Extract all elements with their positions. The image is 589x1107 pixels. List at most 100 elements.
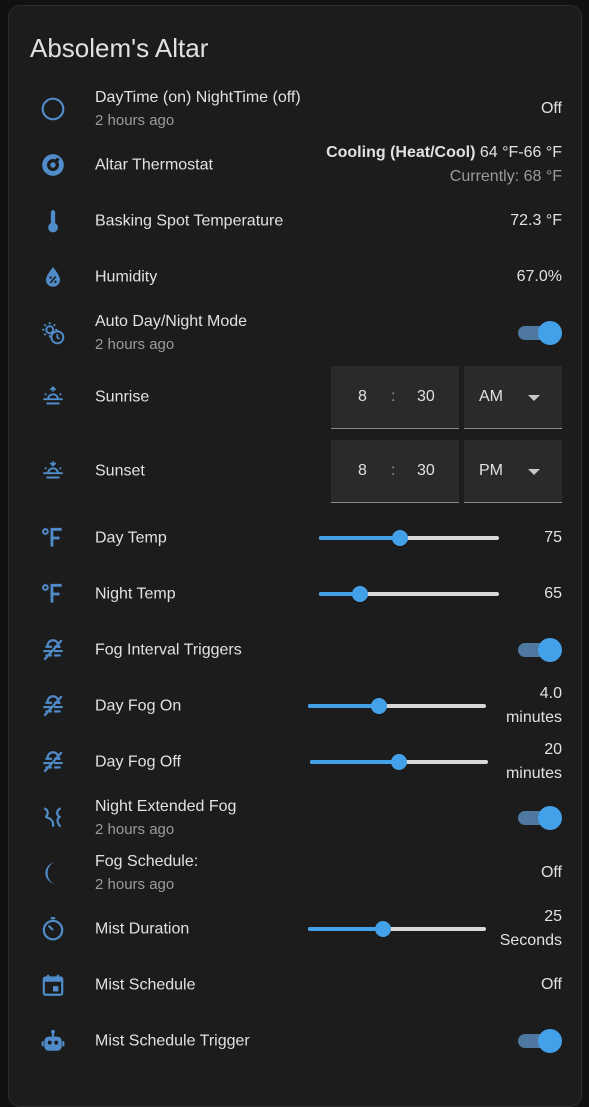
calendar-icon [40,972,66,998]
last-changed: 2 hours ago [95,112,175,129]
last-changed: 2 hours ago [95,821,175,838]
card-title: Absolem's Altar [30,33,209,63]
minute-input[interactable]: 30 [417,462,435,480]
entity-name: DayTime (on) NightTime (off) [95,89,301,106]
mist-duration-slider[interactable] [308,921,486,937]
auto-mode-toggle[interactable] [518,321,562,345]
slider-thumb[interactable] [352,586,369,602]
sunrise-time-field[interactable]: 8 : 30 [331,366,459,429]
entity-name: Day Temp [95,529,167,547]
night-fog-row: Night Extended Fog 2 hours ago [9,790,581,846]
slider-fill [319,536,400,540]
mist-trigger-row: Mist Schedule Trigger [9,1013,581,1069]
fog-triggers-toggle[interactable] [518,638,562,662]
entity-name: Sunrise [95,388,150,406]
entity-name: Humidity [95,268,158,286]
entity-state: Off [540,100,562,117]
timer-icon [40,916,66,942]
minute-input[interactable]: 30 [417,388,435,406]
day-temp-row: Day Temp 75 [9,510,581,566]
slider-thumb[interactable] [391,754,407,770]
sunset-icon [40,458,66,484]
sunrise-row: Sunrise 8 : 30 AM [9,366,581,429]
entity-name: Auto Day/Night Mode [95,313,248,330]
toggle-knob [538,806,562,830]
day-fog-off-row: Day Fog Off 20 minutes [9,734,581,790]
day-fog-off-slider[interactable] [310,754,488,770]
slider-fill [310,760,399,764]
entity-name: Mist Schedule Trigger [95,1032,250,1050]
entity-state: 67.0% [516,268,562,285]
entity-name: Mist Duration [95,920,190,938]
hvac-mode: Cooling (Heat/Cool) [326,144,476,161]
toggle-knob [538,1029,562,1053]
robot-icon [40,1028,66,1054]
fog-schedule-row[interactable]: Fog Schedule: 2 hours ago Off [9,845,581,901]
mist-duration-row: Mist Duration 25 Seconds [9,901,581,957]
day-fog-on-slider[interactable] [308,698,486,714]
slider-thumb[interactable] [371,698,388,714]
moon-icon [40,860,66,886]
sunrise-icon [40,384,66,410]
slider-thumb[interactable] [392,530,408,546]
fog-triggers-row: Fog Interval Triggers [9,622,581,678]
hour-input[interactable]: 8 [358,462,367,480]
sunset-ampm-select[interactable]: PM [464,440,562,503]
thermometer-icon [40,208,66,234]
weather-windy-icon [40,805,66,831]
target-range: 64 °F-66 °F [479,144,562,161]
chevron-down-icon [528,469,540,475]
basking-temp-row[interactable]: Basking Spot Temperature 72.3 °F [9,193,581,249]
entity-name: Day Fog Off [95,753,181,771]
day-fog-on-row: Day Fog On 4.0 minutes [9,678,581,734]
night-temp-row: Night Temp 65 [9,566,581,622]
weather-fog-off-icon [40,637,66,663]
fahrenheit-icon [40,525,66,551]
chevron-down-icon [528,395,540,401]
toggle-knob [538,638,562,662]
entity-name: Basking Spot Temperature [95,212,284,230]
auto-mode-row: Auto Day/Night Mode 2 hours ago [9,305,581,361]
mist-trigger-toggle[interactable] [518,1029,562,1053]
entities-card: Absolem's Altar DayTime (on) NightTime (… [8,5,582,1107]
slider-value: 25 [544,908,562,925]
entity-name: Day Fog On [95,697,182,715]
entity-name: Mist Schedule [95,976,196,994]
night-fog-toggle[interactable] [518,806,562,830]
entity-state: Off [540,864,562,881]
entity-name: Fog Schedule: [95,853,199,870]
slider-value: 20 [544,741,562,758]
toggle-knob [538,321,562,345]
sunset-row: Sunset 8 : 30 PM [9,440,581,503]
slider-fill [308,704,380,708]
humidity-row[interactable]: Humidity 67.0% [9,249,581,305]
entity-state: Off [540,976,562,993]
thermostat-row[interactable]: Altar Thermostat Cooling (Heat/Cool) 64 … [9,137,581,193]
slider-value: 75 [544,529,562,546]
slider-unit: Seconds [499,932,562,949]
current-temperature: Currently: 68 °F [449,168,562,185]
hour-input[interactable]: 8 [358,388,367,406]
entity-state: 72.3 °F [510,212,562,229]
last-changed: 2 hours ago [95,336,175,353]
slider-fill [308,927,383,931]
timer-sun-icon [40,320,66,346]
day-temp-slider[interactable] [319,530,499,546]
entity-name: Night Temp [95,585,176,603]
weather-fog-off-icon [40,749,66,775]
thermostat-icon [40,152,66,178]
entity-name: Night Extended Fog [95,798,237,815]
entity-name: Fog Interval Triggers [95,641,242,659]
mist-schedule-row[interactable]: Mist Schedule Off [9,957,581,1013]
time-separator: : [391,388,396,405]
daytime-row[interactable]: DayTime (on) NightTime (off) 2 hours ago… [9,81,581,137]
sunrise-ampm-select[interactable]: AM [464,366,562,429]
slider-unit: minutes [505,765,562,782]
entity-name: Altar Thermostat [95,156,213,174]
entity-name: Sunset [95,462,145,480]
last-changed: 2 hours ago [95,876,175,893]
slider-thumb[interactable] [374,921,391,937]
sunset-time-field[interactable]: 8 : 30 [331,440,459,503]
night-temp-slider[interactable] [319,586,499,602]
weather-fog-off-icon [40,693,66,719]
